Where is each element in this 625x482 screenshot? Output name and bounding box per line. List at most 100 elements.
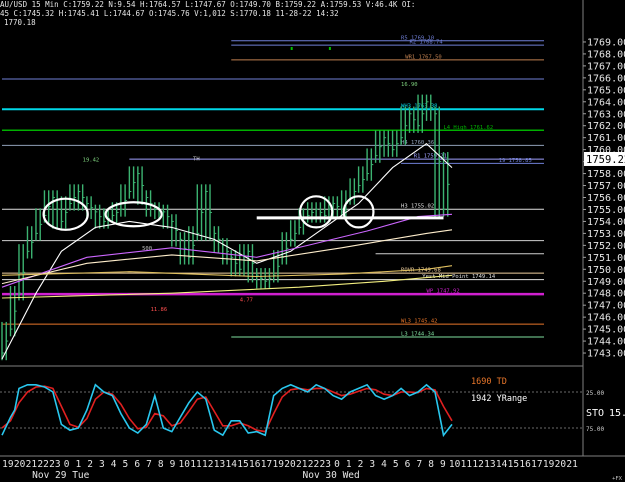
x-tick-label: 12	[472, 459, 483, 470]
quote-line-2: 45 C:1745.32 H:1745.41 L:1744.67 O:1745.…	[0, 9, 339, 18]
y-tick-label: 1746.00	[587, 313, 625, 324]
x-tick-label: 21	[296, 459, 308, 470]
y-tick-label: 1751.00	[587, 253, 625, 264]
y-tick-label: 1764.00	[587, 97, 625, 108]
y-tick-label: 1761.00	[587, 133, 625, 144]
x-tick-label: 16	[249, 459, 261, 470]
x-tick-label: 20	[555, 459, 567, 470]
x-tick-label: 2	[358, 459, 364, 470]
chart-annotation: 16.90	[401, 82, 418, 88]
level-label: WP 1747.92	[427, 289, 460, 295]
y-tick-label: 1749.00	[587, 277, 625, 288]
x-tick-label: 7	[416, 459, 422, 470]
quote-line-3: 1770.18	[4, 18, 36, 27]
y-tick-label: 1754.00	[587, 217, 625, 228]
y-tick-label: 1747.00	[587, 301, 625, 312]
stochastic-d-line	[1, 385, 453, 433]
chart-annotation: TH	[193, 156, 200, 162]
x-tick-label: 7	[146, 459, 152, 470]
x-tick-label: 0	[334, 459, 340, 470]
y-tick-label: 1766.00	[587, 73, 625, 84]
level-label: 19 1758.85	[499, 158, 532, 164]
y-tick-label: 1765.00	[587, 85, 625, 96]
y-tick-label: 1748.00	[587, 289, 625, 300]
x-tick-label: 9	[440, 459, 446, 470]
x-tick-label: 20	[14, 459, 26, 470]
level-label: H3 1755.02	[401, 204, 434, 210]
y-tick-label: 1763.00	[587, 109, 625, 120]
y-tick-label: 1756.00	[587, 193, 625, 204]
level-label: R2 1768.74	[410, 40, 444, 46]
chart-annotation: 19.42	[83, 158, 100, 164]
x-tick-label: 4	[111, 459, 117, 470]
y-tick-label: 1767.00	[587, 61, 625, 72]
level-label: WH3 1763.38	[401, 104, 437, 110]
x-tick-label: 20	[284, 459, 296, 470]
oscillator-name: STO	[586, 408, 604, 419]
x-tick-label: 11	[190, 459, 202, 470]
x-tick-label: 16	[519, 459, 531, 470]
oscillator-tick-label: 75.00	[586, 426, 604, 433]
x-tick-label: 14	[225, 459, 237, 470]
x-tick-label: 10	[449, 459, 461, 470]
highlight-ellipse	[342, 195, 375, 229]
x-tick-label: 22	[37, 459, 48, 470]
x-tick-label: 4	[381, 459, 387, 470]
y-tick-label: 1758.00	[587, 169, 625, 180]
x-tick-label: 3	[99, 459, 105, 470]
highlight-ellipse	[104, 201, 163, 228]
y-tick-label: 1744.00	[587, 337, 625, 348]
x-tick-label: 11	[461, 459, 473, 470]
last-price-label: 1759.22	[586, 154, 625, 166]
x-tick-label: 9	[170, 459, 176, 470]
x-tick-label: 2	[87, 459, 93, 470]
y-tick-label: 1750.00	[587, 265, 625, 276]
x-tick-label: 22	[308, 459, 319, 470]
y-tick-label: 1768.00	[587, 49, 625, 60]
level-label: H4 1760.36	[401, 140, 434, 146]
y-tick-label: 1755.00	[587, 205, 625, 216]
quote-line-1: AU/USD 15 Min C:1759.22 N:9.54 H:1764.57…	[0, 0, 416, 9]
y-tick-label: 1762.00	[587, 121, 625, 132]
x-tick-label: 23	[49, 459, 60, 470]
td-text: 1690 TD	[471, 377, 507, 387]
corner-label: +FX	[612, 476, 623, 482]
x-tick-label: 19	[543, 459, 555, 470]
chart-annotation: 11.86	[151, 307, 168, 313]
x-tick-label: 17	[531, 459, 542, 470]
marker-dot	[328, 47, 331, 50]
x-tick-label: 19	[2, 459, 14, 470]
x-tick-label: 13	[484, 459, 495, 470]
oscillator-value: 15.	[609, 408, 625, 419]
y-tick-label: 1757.00	[587, 181, 625, 192]
marker-dot	[290, 47, 293, 50]
x-tick-label: 13	[214, 459, 225, 470]
x-tick-label: 8	[158, 459, 164, 470]
x-tick-label: 3	[369, 459, 375, 470]
chart-annotation: 500	[142, 246, 152, 252]
level-label: WR1 1767.50	[405, 54, 441, 60]
level-label: L4 High 1761.62	[444, 125, 494, 131]
x-tick-label: 6	[134, 459, 140, 470]
chart-annotation: 4.77	[240, 298, 253, 304]
price-chart[interactable]: R5 1769.10R2 1768.74WR1 1767.50WH3 1763.…	[0, 0, 625, 482]
date-label: Nov 30 Wed	[303, 470, 360, 481]
x-tick-label: 6	[405, 459, 411, 470]
oscillator-tick-label: 25.00	[586, 390, 604, 397]
x-tick-label: 5	[393, 459, 399, 470]
x-tick-label: 21	[26, 459, 38, 470]
y-tick-label: 1753.00	[587, 229, 625, 240]
x-tick-label: 21	[566, 459, 578, 470]
y-tick-label: 1745.00	[587, 325, 625, 336]
x-tick-label: 1	[346, 459, 352, 470]
x-tick-label: 1	[76, 459, 82, 470]
x-tick-label: 14	[496, 459, 508, 470]
x-tick-label: 5	[123, 459, 129, 470]
x-tick-label: 15	[508, 459, 519, 470]
x-tick-label: 0	[64, 459, 70, 470]
x-tick-label: 23	[320, 459, 331, 470]
x-tick-label: 12	[202, 459, 213, 470]
y-tick-label: 1752.00	[587, 241, 625, 252]
y-tick-label: 1769.00	[587, 37, 625, 48]
y-tick-label: 1743.00	[587, 349, 625, 360]
